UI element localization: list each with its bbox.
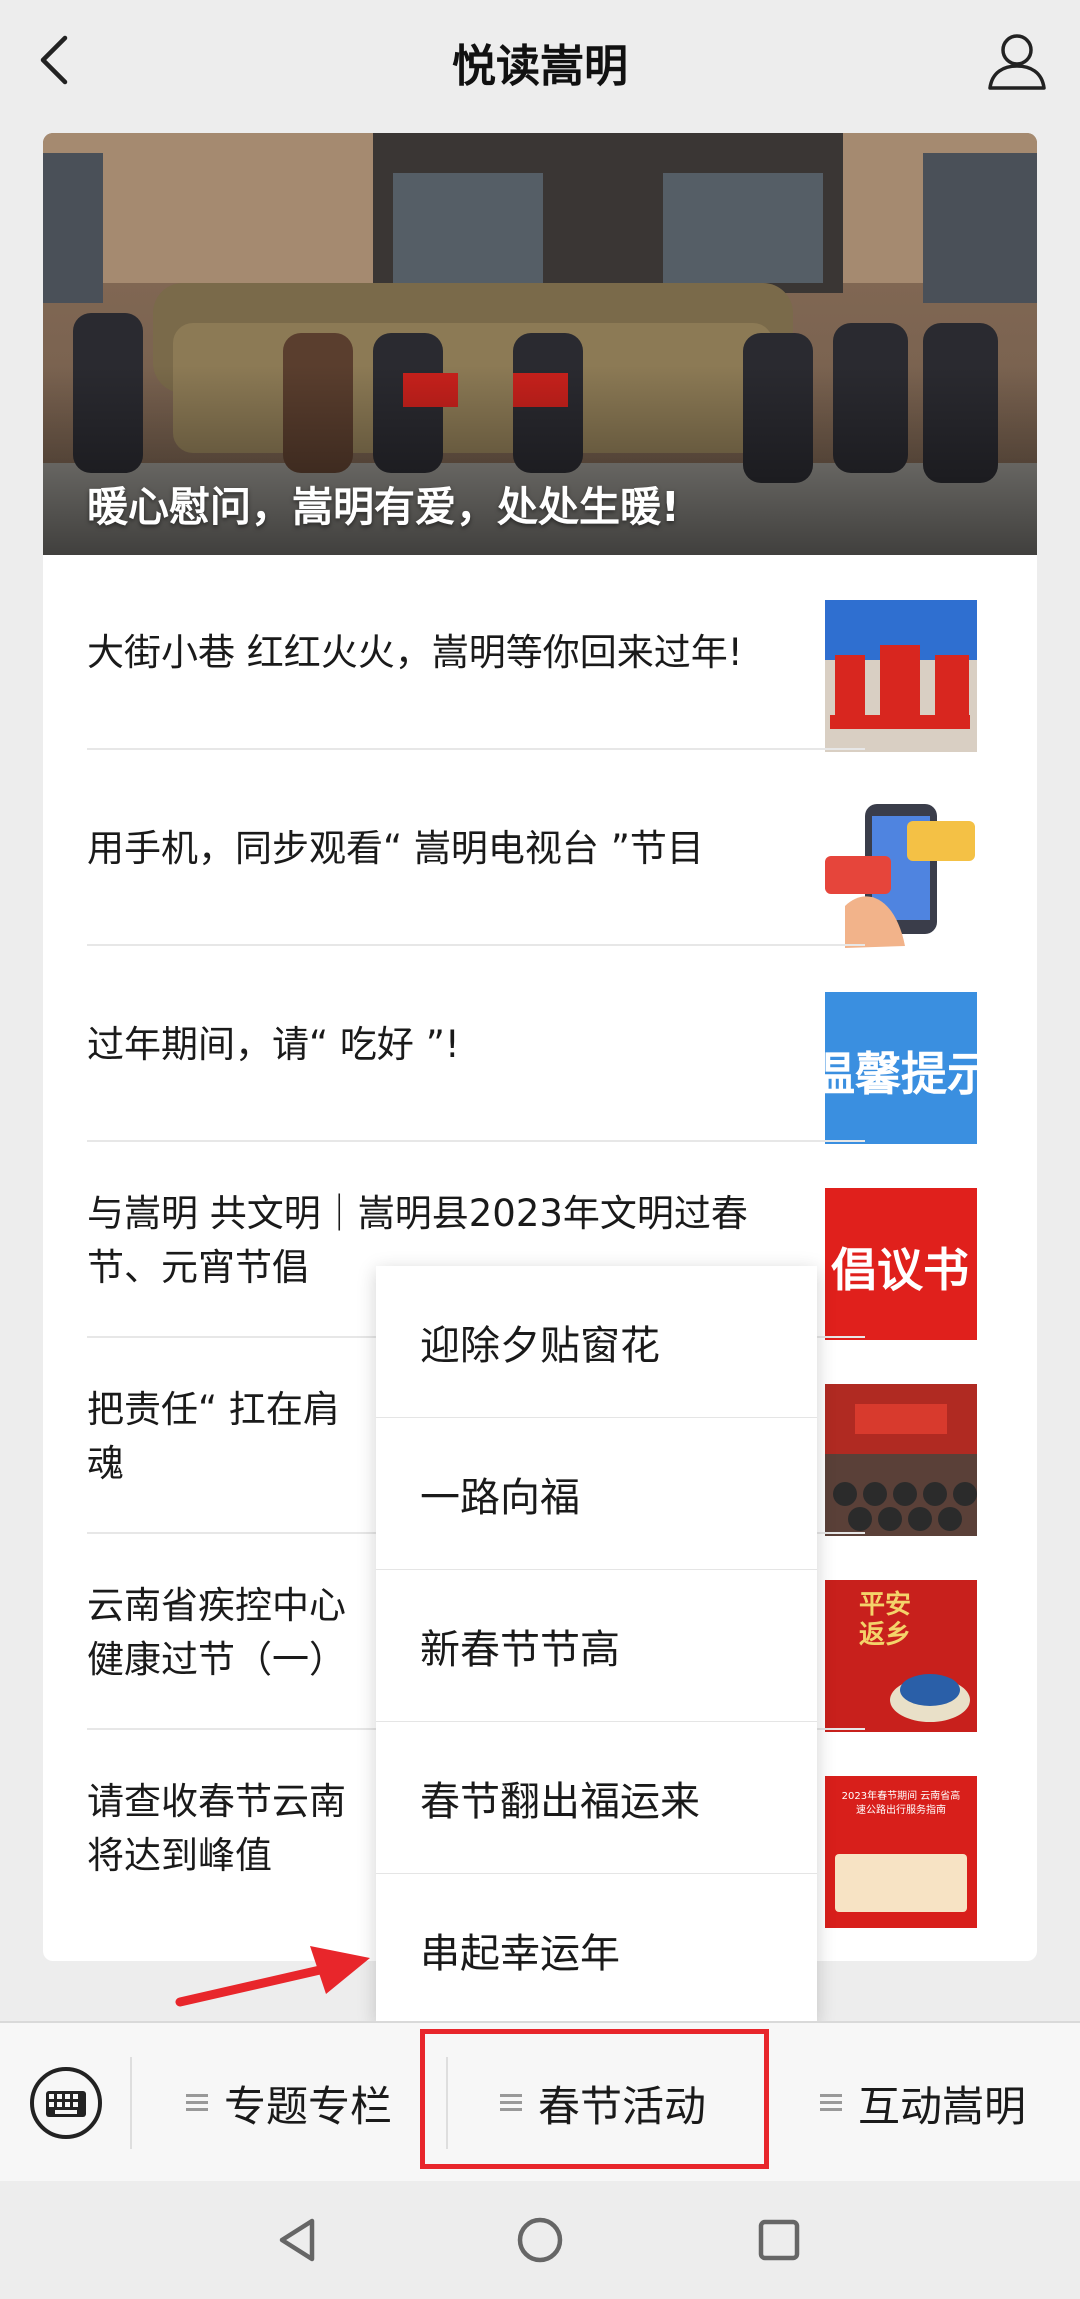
hero-banner[interactable]: 暖心慰问，嵩明有爱，处处生暖!: [43, 133, 1037, 555]
hero-caption: 暖心慰问，嵩明有爱，处处生暖!: [87, 483, 680, 531]
list-item[interactable]: 大街小巷 红红火火，嵩明等你回来过年!: [87, 555, 977, 752]
submenu-item-new-spring[interactable]: 新春节节高: [376, 1570, 817, 1722]
submenu-popup: 迎除夕贴窗花 一路向福 新春节节高 春节翻出福运来 串起幸运年: [376, 1266, 817, 2023]
circle-home-icon: [517, 2217, 563, 2263]
submenu-item-window-flowers[interactable]: 迎除夕贴窗花: [376, 1266, 817, 1418]
triangle-back-icon: [279, 2218, 315, 2262]
nav-back-button[interactable]: [266, 2207, 332, 2273]
keyboard-toggle-button[interactable]: [28, 2065, 104, 2141]
menu-tab-interactive[interactable]: 互动嵩明: [766, 2023, 1080, 2183]
article-thumbnail: 平安返乡: [825, 1580, 977, 1732]
top-bar: 悦读嵩明: [0, 0, 1080, 126]
article-title: 大街小巷 红红火火，嵩明等你回来过年!: [87, 630, 743, 674]
menu-icon: [185, 2094, 208, 2111]
list-item[interactable]: 过年期间，请“ 吃好 ”! 温馨提示: [87, 947, 977, 1144]
article-title: 用手机，同步观看“ 嵩明电视台 ”节目: [87, 826, 704, 870]
submenu-item-lucky-year[interactable]: 串起幸运年: [376, 1874, 817, 2026]
highlight-box: [420, 2029, 769, 2169]
article-thumbnail: 倡议书: [825, 1188, 977, 1340]
article-thumbnail: 2023年春节期间 云南省高速公路出行服务指南: [825, 1776, 977, 1928]
profile-button[interactable]: [984, 28, 1050, 94]
menu-tab-special-column[interactable]: 专题专栏: [134, 2023, 444, 2183]
submenu-item-road-to-fortune[interactable]: 一路向福: [376, 1418, 817, 1570]
system-nav-bar: [0, 2181, 1080, 2299]
article-title: 过年期间，请“ 吃好 ”!: [87, 1022, 460, 1066]
submenu-item-flip-fortune[interactable]: 春节翻出福运来: [376, 1722, 817, 1874]
menu-icon: [819, 2094, 842, 2111]
keyboard-icon: [30, 2067, 102, 2139]
article-thumbnail: [825, 796, 977, 948]
square-recents-icon: [758, 2219, 800, 2261]
article-thumbnail: [825, 1384, 977, 1536]
list-item[interactable]: 用手机，同步观看“ 嵩明电视台 ”节目: [87, 751, 977, 948]
nav-home-button[interactable]: [507, 2207, 573, 2273]
article-thumbnail: [825, 600, 977, 752]
page-title: 悦读嵩明: [452, 41, 628, 92]
annotation-arrow: [175, 1946, 370, 2007]
user-icon: [988, 34, 1046, 90]
article-thumbnail: 温馨提示: [825, 992, 977, 1144]
nav-recents-button[interactable]: [746, 2207, 812, 2273]
